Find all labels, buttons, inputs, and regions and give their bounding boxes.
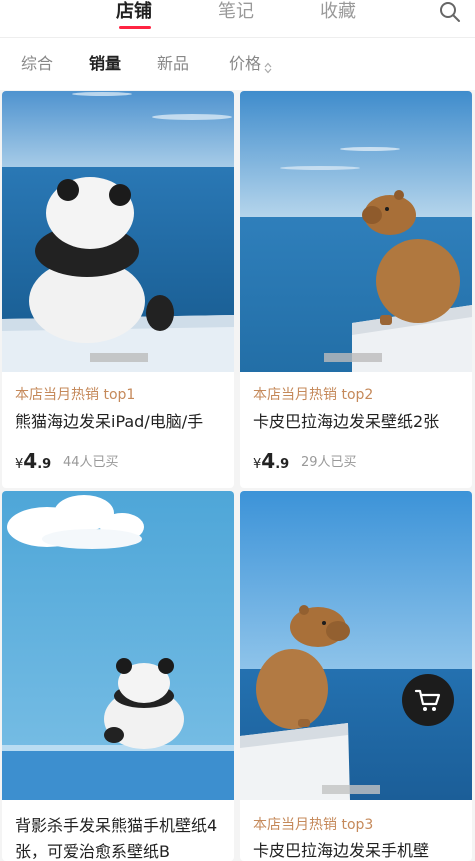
- sort-bar: 综合 销量 新品 价格: [0, 38, 475, 90]
- sales-rank-badge: 本店当月热销 top3: [253, 817, 374, 833]
- price-integer: 4: [261, 449, 276, 473]
- search-icon[interactable]: [438, 0, 462, 24]
- product-price: ¥4.9: [15, 450, 51, 476]
- shopping-cart-button[interactable]: [402, 674, 454, 726]
- price-decimal: .9: [37, 457, 52, 472]
- sort-price-label: 价格: [229, 54, 262, 73]
- active-tab-indicator: [119, 26, 151, 29]
- product-image[interactable]: [240, 91, 472, 372]
- sort-arrows-icon: [264, 59, 272, 73]
- price-integer: 4: [23, 449, 38, 473]
- sales-rank-badge: 本店当月热销 top2: [253, 387, 374, 403]
- product-title[interactable]: 背影杀手发呆熊猫手机壁纸4张，可爱治愈系壁纸B: [15, 813, 225, 861]
- product-title[interactable]: 卡皮巴拉海边发呆手机壁: [253, 838, 463, 861]
- product-image[interactable]: [240, 491, 472, 800]
- product-title[interactable]: 卡皮巴拉海边发呆壁纸2张: [253, 409, 463, 435]
- sort-price[interactable]: 价格: [229, 54, 272, 74]
- shopping-cart-icon: [414, 689, 441, 711]
- product-image[interactable]: [2, 491, 234, 800]
- top-tab-bar: 店铺 笔记 收藏: [0, 0, 475, 38]
- sort-sales[interactable]: 销量: [89, 54, 121, 74]
- product-image[interactable]: [2, 91, 234, 372]
- tab-notes[interactable]: 笔记: [218, 0, 254, 30]
- product-price: ¥4.9: [253, 450, 289, 476]
- product-card[interactable]: 本店当月热销 top2 卡皮巴拉海边发呆壁纸2张 ¥4.9 29人已买: [240, 91, 472, 488]
- sold-count: 29人已买: [301, 455, 357, 470]
- sort-new[interactable]: 新品: [157, 54, 189, 74]
- sales-rank-badge: 本店当月热销 top1: [15, 387, 136, 403]
- product-title[interactable]: 熊猫海边发呆iPad/电脑/手: [15, 409, 225, 435]
- sold-count: 44人已买: [63, 455, 119, 470]
- product-card[interactable]: 背影杀手发呆熊猫手机壁纸4张，可爱治愈系壁纸B: [2, 491, 234, 861]
- sort-comprehensive[interactable]: 综合: [21, 54, 53, 74]
- tab-favorites[interactable]: 收藏: [320, 0, 356, 30]
- price-decimal: .9: [275, 457, 290, 472]
- product-card[interactable]: 本店当月热销 top1 熊猫海边发呆iPad/电脑/手 ¥4.9 44人已买: [2, 91, 234, 488]
